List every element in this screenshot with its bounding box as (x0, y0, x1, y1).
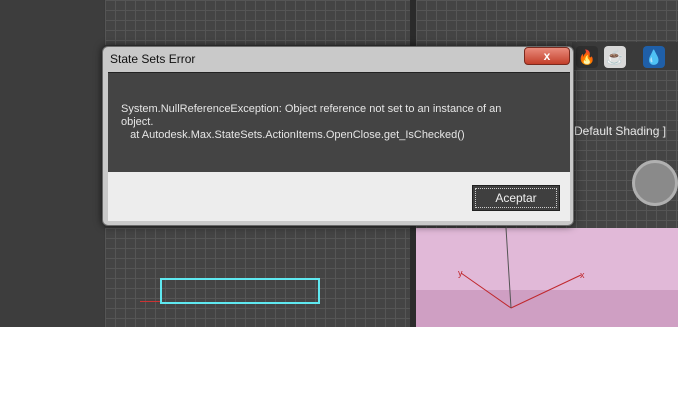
error-message-line: System.NullReferenceException: Object re… (121, 103, 502, 115)
dialog-message-area: System.NullReferenceException: Object re… (108, 72, 570, 173)
viewcube-icon[interactable] (632, 160, 678, 206)
error-dialog: State Sets Error x System.NullReferenceE… (102, 46, 574, 226)
error-message-line: at Autodesk.Max.StateSets.ActionItems.Op… (121, 129, 465, 141)
svg-text:x: x (580, 270, 585, 280)
close-button[interactable]: x (524, 47, 570, 65)
selected-rectangle-object[interactable] (160, 278, 320, 304)
error-message: System.NullReferenceException: Object re… (121, 103, 541, 142)
error-message-line: object. (121, 116, 154, 128)
close-icon: x (543, 49, 551, 63)
teapot-icon[interactable]: ☕ (604, 46, 626, 68)
side-panel (0, 0, 104, 327)
water-drop-icon[interactable]: 💧 (643, 46, 665, 68)
gizmo-axes: y x (458, 228, 585, 309)
dialog-footer: Aceptar (108, 172, 570, 221)
viewport-top-left[interactable] (105, 0, 410, 45)
fire-icon[interactable]: 🔥 (576, 46, 598, 68)
svg-text:y: y (458, 268, 463, 278)
dialog-title: State Sets Error (110, 52, 196, 66)
ok-button[interactable]: Aceptar (472, 185, 560, 211)
axis-line-x (140, 301, 160, 302)
viewport-shading-label[interactable]: Default Shading ] (574, 124, 666, 138)
